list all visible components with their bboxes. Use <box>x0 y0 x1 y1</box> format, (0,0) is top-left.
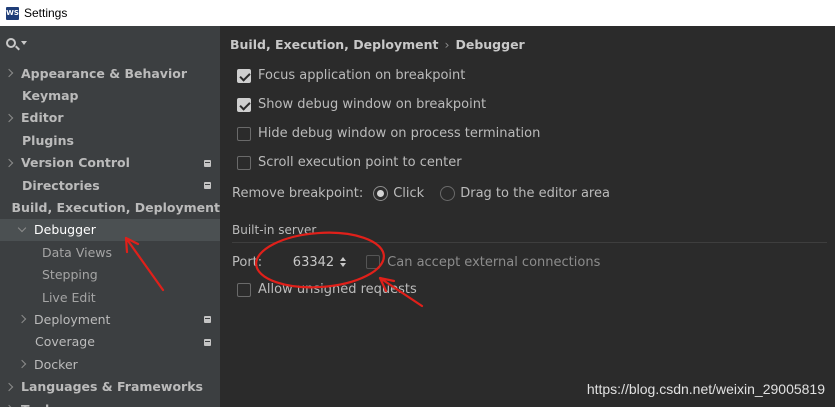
chevron-right-icon[interactable] <box>17 360 27 369</box>
sidebar-item-plugins[interactable]: Plugins <box>0 129 220 151</box>
settings-sidebar: Appearance & Behavior Keymap Editor Plugins… <box>0 26 220 407</box>
show-debug-window-checkbox[interactable] <box>237 97 251 112</box>
project-level-icon <box>204 181 211 189</box>
scroll-execution-point-option[interactable]: Scroll execution point to center <box>237 155 462 170</box>
sidebar-item-label: Version Control <box>21 155 130 171</box>
external-connections-checkbox[interactable] <box>366 255 381 269</box>
remove-by-click-label: Click <box>393 186 425 201</box>
port-spinner[interactable] <box>340 257 347 267</box>
breadcrumb: Build, Execution, Deployment › Debugger <box>230 37 525 52</box>
external-connections-label: Can accept external connections <box>387 254 601 270</box>
watermark-text: https://blog.csdn.net/weixin_29005819 <box>586 381 825 397</box>
search-icon[interactable] <box>6 38 16 48</box>
port-label: Port: <box>232 254 263 270</box>
search-options-caret-icon[interactable] <box>21 41 27 45</box>
breadcrumb-current: Debugger <box>455 37 525 52</box>
sidebar-item-label: Languages & Frameworks <box>21 379 203 395</box>
sidebar-item-version-control[interactable]: Version Control <box>0 152 220 174</box>
hide-debug-window-label: Hide debug window on process termination <box>258 126 541 141</box>
chevron-right-icon[interactable] <box>4 158 14 167</box>
settings-tree: Appearance & Behavior Keymap Editor Plugins… <box>0 62 220 407</box>
remove-by-drag-label: Drag to the editor area <box>460 186 610 201</box>
port-value[interactable]: 63342 <box>293 255 334 270</box>
sidebar-item-editor[interactable]: Editor <box>0 107 220 129</box>
sidebar-item-live-edit[interactable]: Live Edit <box>0 286 220 308</box>
sidebar-item-label: Debugger <box>34 222 96 238</box>
scroll-execution-point-checkbox[interactable] <box>237 155 251 170</box>
show-debug-window-label: Show debug window on breakpoint <box>258 97 487 112</box>
focus-app-checkbox[interactable] <box>237 68 251 83</box>
sidebar-item-label: Docker <box>34 356 78 372</box>
sidebar-item-label: Directories <box>22 177 100 193</box>
app-logo-icon: WS <box>6 6 19 20</box>
remove-breakpoint-row: Remove breakpoint: Click Drag to the edi… <box>232 186 620 201</box>
project-level-icon <box>204 316 211 324</box>
hide-debug-window-checkbox[interactable] <box>237 126 251 141</box>
project-level-icon <box>204 338 211 346</box>
sidebar-item-debugger[interactable]: Debugger <box>0 218 220 242</box>
focus-app-on-breakpoint-option[interactable]: Focus application on breakpoint <box>237 68 465 83</box>
sidebar-item-coverage[interactable]: Coverage <box>0 331 220 353</box>
external-connections-option[interactable]: Can accept external connections <box>366 255 600 270</box>
search-box[interactable] <box>0 26 220 60</box>
port-row: Port: 63342 Can accept external connecti… <box>232 252 600 272</box>
remove-by-click-radio[interactable] <box>373 186 389 201</box>
sidebar-item-label: Plugins <box>22 132 74 148</box>
show-debug-window-option[interactable]: Show debug window on breakpoint <box>237 97 486 112</box>
builtin-server-title: Built-in server <box>232 223 317 237</box>
title-bar: WS Settings <box>0 0 835 26</box>
chevron-right-icon[interactable] <box>4 382 14 391</box>
sidebar-item-build-execution-deployment[interactable]: Build, Execution, Deployment <box>0 196 220 218</box>
allow-unsigned-requests-option[interactable]: Allow unsigned requests <box>237 282 417 297</box>
hide-debug-window-option[interactable]: Hide debug window on process termination <box>237 126 540 141</box>
remove-by-click-option[interactable]: Click <box>373 186 424 201</box>
spinner-up-icon[interactable] <box>340 257 347 261</box>
port-input[interactable]: 63342 <box>270 252 352 272</box>
allow-unsigned-requests-checkbox[interactable] <box>237 282 251 297</box>
breadcrumb-parent[interactable]: Build, Execution, Deployment <box>230 37 438 52</box>
debugger-settings-panel: Build, Execution, Deployment › Debugger Fo… <box>220 26 835 407</box>
sidebar-item-label: Tools <box>21 402 57 407</box>
sidebar-item-label: Appearance & Behavior <box>21 65 187 81</box>
project-level-icon <box>204 159 211 167</box>
sidebar-item-label: Keymap <box>22 88 79 104</box>
breadcrumb-separator: › <box>444 37 450 52</box>
sidebar-item-label: Editor <box>21 110 64 126</box>
sidebar-item-label: Data Views <box>42 244 112 260</box>
sidebar-item-label: Build, Execution, Deployment <box>11 200 220 216</box>
remove-by-drag-radio[interactable] <box>440 186 456 201</box>
scroll-execution-point-label: Scroll execution point to center <box>258 155 462 170</box>
focus-app-label: Focus application on breakpoint <box>258 68 466 83</box>
sidebar-item-label: Deployment <box>34 311 111 327</box>
window-title: Settings <box>24 6 68 20</box>
sidebar-item-deployment[interactable]: Deployment <box>0 308 220 330</box>
sidebar-item-label: Stepping <box>42 267 98 283</box>
sidebar-item-label: Live Edit <box>42 289 96 305</box>
remove-by-drag-option[interactable]: Drag to the editor area <box>440 186 610 201</box>
spinner-down-icon[interactable] <box>340 263 347 267</box>
sidebar-item-keymap[interactable]: Keymap <box>0 84 220 106</box>
chevron-right-icon[interactable] <box>17 315 27 324</box>
sidebar-item-label: Coverage <box>35 334 95 350</box>
sidebar-item-docker[interactable]: Docker <box>0 353 220 375</box>
chevron-down-icon[interactable] <box>17 224 27 233</box>
allow-unsigned-requests-label: Allow unsigned requests <box>258 282 417 297</box>
sidebar-item-languages-frameworks[interactable]: Languages & Frameworks <box>0 375 220 397</box>
sidebar-item-directories[interactable]: Directories <box>0 174 220 196</box>
sidebar-item-tools[interactable]: Tools <box>0 398 220 407</box>
chevron-right-icon[interactable] <box>4 68 14 78</box>
sidebar-item-stepping[interactable]: Stepping <box>0 264 220 286</box>
remove-breakpoint-label: Remove breakpoint: <box>232 186 364 201</box>
section-divider <box>232 242 827 243</box>
sidebar-item-appearance-behavior[interactable]: Appearance & Behavior <box>0 62 220 84</box>
chevron-right-icon[interactable] <box>4 113 14 123</box>
sidebar-item-data-views[interactable]: Data Views <box>0 241 220 263</box>
